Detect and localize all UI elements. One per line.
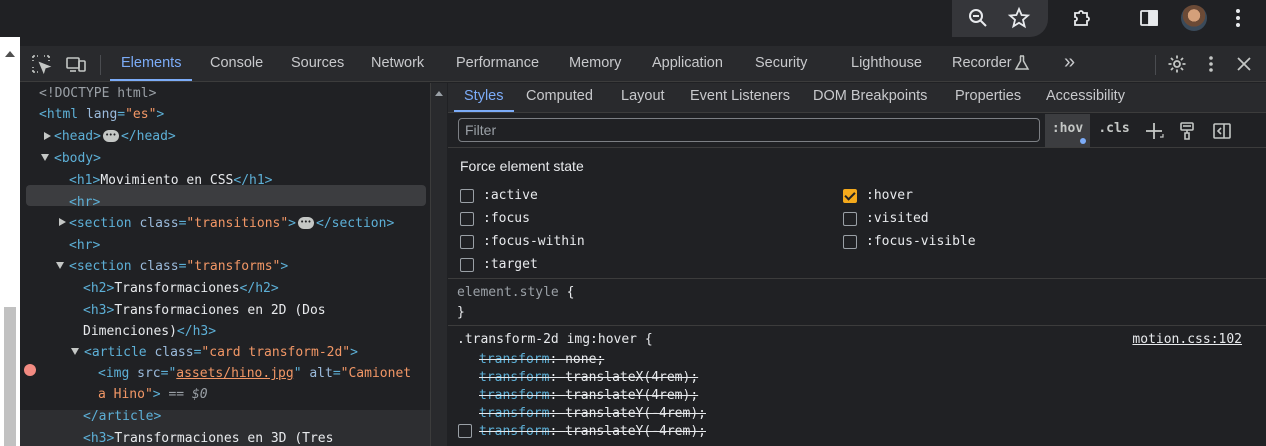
- collapse-arrow-icon[interactable]: [71, 348, 79, 355]
- checkbox-icon[interactable]: [460, 235, 474, 249]
- tab-console[interactable]: Console: [210, 46, 263, 81]
- tab-recorder[interactable]: Recorder: [952, 46, 1012, 81]
- img-src-link[interactable]: assets/hino.jpg: [176, 366, 293, 381]
- dom-node-body[interactable]: <body>: [54, 148, 101, 169]
- close-devtools-icon[interactable]: [1233, 53, 1255, 75]
- css-declaration[interactable]: transform: none;: [479, 351, 604, 369]
- profile-avatar[interactable]: [1181, 5, 1207, 31]
- element-style-close: }: [457, 305, 465, 320]
- dom-node-article-close[interactable]: </article>: [83, 406, 161, 427]
- dom-node-head[interactable]: <head></head>: [54, 125, 176, 147]
- page-viewport-strip: [0, 37, 20, 446]
- subtab-computed[interactable]: Computed: [526, 83, 593, 112]
- checkbox-icon[interactable]: [460, 189, 474, 203]
- dom-node-article[interactable]: <article class="card transform-2d">: [84, 342, 358, 363]
- experiment-flask-icon: [1013, 54, 1031, 72]
- hov-active-dot: [1080, 138, 1086, 144]
- dom-node-h3[interactable]: <h3>Transformaciones en 2D (Dos: [83, 300, 326, 321]
- side-panel-icon[interactable]: [1137, 6, 1161, 30]
- checkbox-icon[interactable]: [460, 258, 474, 272]
- dom-node-img-selected[interactable]: <img src="assets/hino.jpg" alt="Camionet: [98, 363, 411, 384]
- scroll-up-arrow-icon[interactable]: [5, 51, 15, 57]
- tab-sources[interactable]: Sources: [291, 46, 344, 81]
- more-tabs-chevron-icon[interactable]: »: [1064, 45, 1075, 80]
- css-declaration[interactable]: transform: translateY(4rem);: [479, 387, 698, 405]
- scroll-up-arrow-icon[interactable]: [435, 91, 443, 96]
- toggle-sidebar-icon[interactable]: [1211, 120, 1233, 142]
- rule-selector[interactable]: .transform-2d img:hover {: [457, 331, 653, 349]
- subtab-styles[interactable]: Styles: [454, 83, 514, 112]
- toggle-hov-button[interactable]: :hov: [1045, 114, 1090, 147]
- tab-memory[interactable]: Memory: [569, 46, 621, 81]
- dom-node-img-cont[interactable]: a Hino"> == $0: [98, 384, 208, 405]
- css-declaration[interactable]: transform: translateX(4rem);: [479, 369, 698, 387]
- selected-node-ref: == $0: [168, 387, 208, 402]
- settings-gear-icon[interactable]: [1166, 53, 1188, 75]
- subtab-properties[interactable]: Properties: [955, 83, 1021, 112]
- subtab-accessibility[interactable]: Accessibility: [1046, 83, 1125, 112]
- declaration-toggle-checkbox[interactable]: [458, 424, 472, 438]
- checkbox-icon[interactable]: [460, 212, 474, 226]
- force-state-title: Force element state: [460, 158, 584, 174]
- breakpoint-marker[interactable]: [24, 364, 36, 376]
- dom-node-html[interactable]: <html lang="es">: [39, 104, 164, 125]
- extensions-puzzle-icon[interactable]: [1070, 6, 1094, 30]
- more-options-icon[interactable]: [1200, 53, 1222, 75]
- tab-lighthouse[interactable]: Lighthouse: [851, 46, 922, 81]
- ellipsis-icon[interactable]: [298, 212, 314, 233]
- styles-filter-row: :hov .cls: [448, 114, 1266, 148]
- collapse-arrow-icon[interactable]: [41, 154, 49, 161]
- element-style-rule: element.style { }: [448, 280, 1266, 326]
- tab-separator: [1155, 55, 1156, 75]
- checkbox-checked-icon[interactable]: [843, 189, 857, 203]
- expand-arrow-icon[interactable]: [44, 132, 51, 140]
- tab-application[interactable]: Application: [652, 46, 723, 81]
- tab-separator: [100, 55, 101, 75]
- dom-node-h1[interactable]: <h1>Movimiento en CSS</h1>: [69, 170, 273, 191]
- tab-performance[interactable]: Performance: [456, 46, 539, 81]
- rendering-paint-icon[interactable]: [1176, 120, 1198, 142]
- browser-toolbar: [0, 0, 1266, 37]
- force-element-state-panel: Force element state :active :focus :focu…: [448, 148, 1266, 279]
- styles-filter-input[interactable]: [458, 118, 1040, 142]
- dom-node-doctype[interactable]: <!DOCTYPE html>: [39, 83, 156, 104]
- checkbox-icon[interactable]: [843, 235, 857, 249]
- dom-node-section-transitions[interactable]: <section class="transitions"></section>: [69, 212, 394, 234]
- styles-subtabbar: Styles Computed Layout Event Listeners D…: [448, 83, 1266, 113]
- styles-pane: Styles Computed Layout Event Listeners D…: [448, 83, 1266, 446]
- element-style-header[interactable]: element.style {: [457, 284, 574, 302]
- tab-network[interactable]: Network: [371, 46, 424, 81]
- subtab-layout[interactable]: Layout: [621, 83, 665, 112]
- devtools-tabbar: Elements Console Sources Network Perform…: [20, 46, 1266, 82]
- css-declaration[interactable]: transform: translateY(-4rem);: [479, 423, 706, 441]
- dom-node-hr[interactable]: <hr>: [69, 192, 100, 213]
- dom-node-h2[interactable]: <h2>Transformaciones</h2>: [83, 278, 279, 299]
- subtab-event-listeners[interactable]: Event Listeners: [690, 83, 790, 112]
- expand-arrow-icon[interactable]: [59, 218, 66, 226]
- checkbox-icon[interactable]: [843, 212, 857, 226]
- subtab-dom-breakpoints[interactable]: DOM Breakpoints: [813, 83, 927, 112]
- device-toolbar-icon[interactable]: [65, 53, 87, 75]
- css-rule-transform-2d-hover: .transform-2d img:hover { motion.css:102…: [448, 327, 1266, 446]
- ellipsis-icon[interactable]: [102, 125, 119, 146]
- inspect-element-icon[interactable]: [30, 53, 52, 75]
- dom-node-hr-2[interactable]: <hr>: [69, 235, 100, 256]
- tab-elements[interactable]: Elements: [110, 46, 193, 81]
- zoom-icon[interactable]: [966, 6, 990, 30]
- panel-splitter[interactable]: [430, 83, 447, 446]
- dom-node-section-transforms[interactable]: <section class="transforms">: [69, 256, 288, 277]
- dom-node-h3-cont[interactable]: Dimenciones)</h3>: [83, 321, 216, 342]
- dom-tree: <!DOCTYPE html> <html lang="es"> <head><…: [20, 83, 430, 446]
- bookmark-star-icon[interactable]: [1007, 6, 1031, 30]
- new-style-rule-icon[interactable]: [1143, 120, 1165, 142]
- rule-source-link[interactable]: motion.css:102: [1132, 331, 1242, 349]
- tab-security[interactable]: Security: [755, 46, 807, 81]
- collapse-arrow-icon[interactable]: [56, 262, 64, 269]
- page-scrollbar-thumb[interactable]: [4, 307, 16, 446]
- toggle-cls-button[interactable]: .cls: [1096, 114, 1132, 147]
- more-vert-icon[interactable]: [1226, 6, 1250, 30]
- dom-node-h3-3d[interactable]: <h3>Transformaciones en 3D (Tres: [83, 428, 333, 446]
- css-declaration[interactable]: transform: translateY(-4rem);: [479, 405, 706, 423]
